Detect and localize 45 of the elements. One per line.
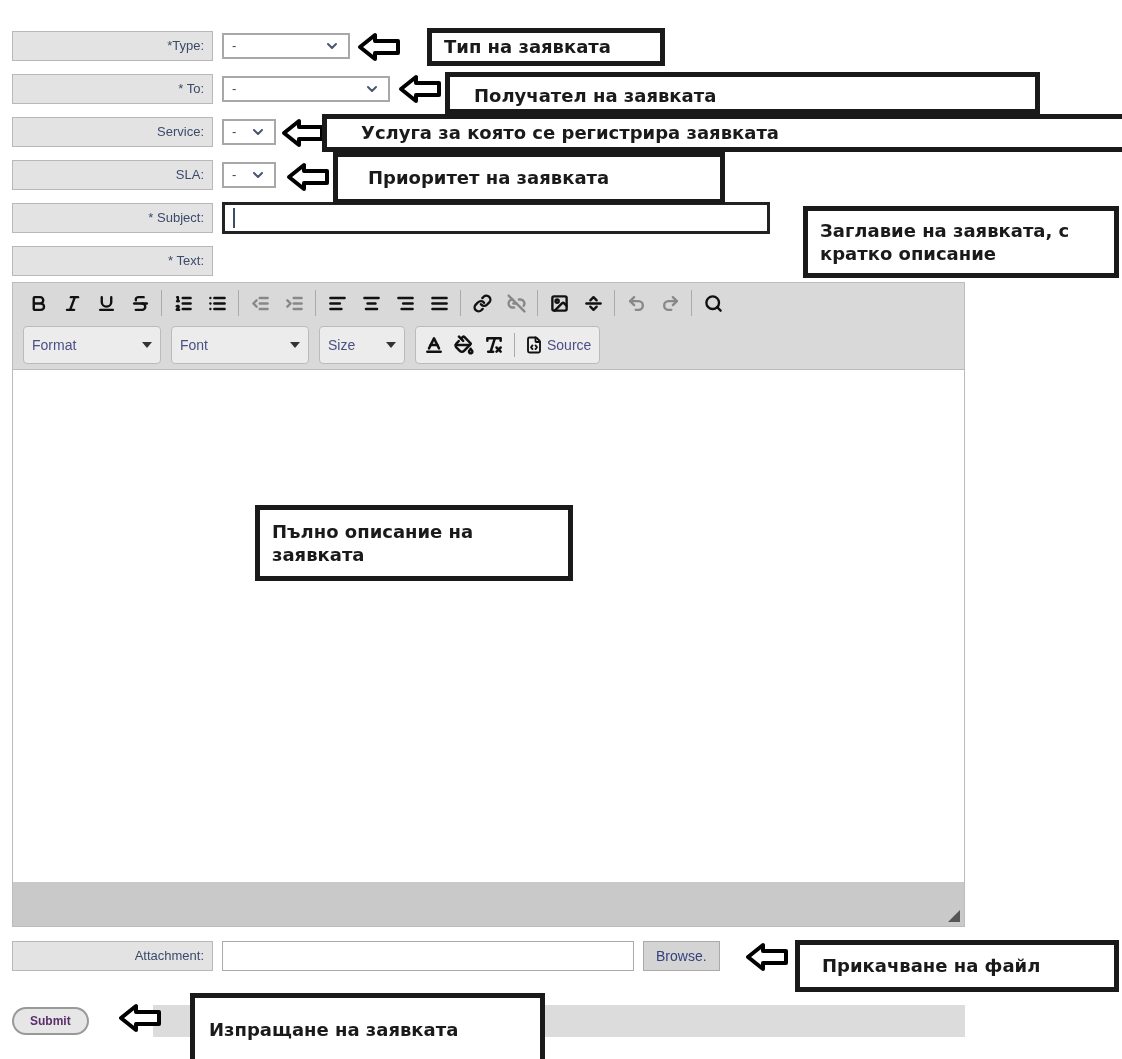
remove-format-icon[interactable] — [484, 335, 504, 355]
browse-button[interactable]: Browse. — [643, 941, 720, 971]
undo-icon — [626, 293, 646, 313]
document-code-icon — [525, 336, 543, 354]
annotation-callout: Заглавие на заявката, с кратко описание — [803, 206, 1119, 278]
dropdown[interactable]: - — [222, 162, 276, 188]
field-label: * Text: — [12, 246, 213, 276]
style-combo[interactable]: Size — [319, 326, 405, 364]
numbered-list-icon — [173, 293, 193, 313]
annotation-callout: Изпращане на заявката — [190, 993, 545, 1059]
field-label: Service: — [12, 117, 213, 147]
resize-handle-icon[interactable] — [948, 910, 960, 922]
field-label: Attachment: — [12, 941, 213, 971]
image-icon — [549, 293, 569, 313]
search-icon — [703, 293, 723, 313]
dropdown-triangle-icon — [290, 342, 300, 348]
style-combo[interactable]: Font — [171, 326, 309, 364]
annotation-callout: Тип на заявката — [427, 28, 665, 66]
style-combo[interactable]: Format — [23, 326, 161, 364]
file-path-field[interactable] — [222, 941, 634, 971]
link-icon — [472, 293, 492, 313]
unlink-icon — [506, 293, 526, 313]
dropdown-triangle-icon — [386, 342, 396, 348]
field-label: * To: — [12, 74, 213, 104]
strikethrough-icon — [130, 293, 150, 313]
horizontal-rule-icon — [583, 293, 603, 313]
background-color-icon[interactable] — [454, 335, 474, 355]
field-label: * Subject: — [12, 203, 213, 233]
annotation-callout: Услуга за която се регистрира заявката — [322, 114, 1122, 152]
annotation-callout: Приоритет на заявката — [333, 152, 725, 204]
dropdown[interactable]: - — [222, 76, 390, 102]
subject-field[interactable] — [222, 202, 770, 234]
dropdown-triangle-icon — [142, 342, 152, 348]
annotation-callout: Прикачване на файл — [795, 940, 1119, 992]
submit-button[interactable]: Submit — [12, 1007, 89, 1035]
dropdown[interactable]: - — [222, 33, 350, 59]
field-label: SLA: — [12, 160, 213, 190]
text-cursor — [233, 208, 235, 228]
dropdown[interactable]: - — [222, 119, 276, 145]
field-label: *Type: — [12, 31, 213, 61]
annotation-callout: Пълно описание на заявката — [255, 505, 573, 581]
annotation-callout: Получател на заявката — [445, 72, 1040, 114]
underline-icon — [96, 293, 116, 313]
text-color-icon[interactable] — [424, 335, 444, 355]
redo-icon — [660, 293, 680, 313]
